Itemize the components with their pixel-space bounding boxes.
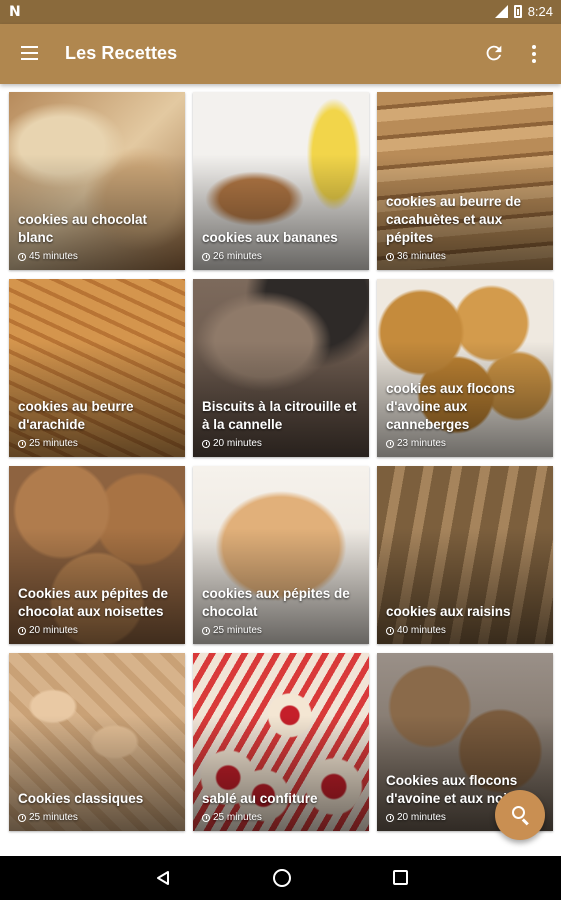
recipe-name: cookies au chocolat blanc: [18, 212, 148, 245]
clock-icon: [18, 439, 26, 448]
recipe-name: cookies au beurre d'arachide: [18, 399, 134, 432]
recipe-card[interactable]: Biscuits à la citrouille et à la cannell…: [193, 279, 369, 457]
nav-recents-icon[interactable]: [393, 870, 408, 885]
recipe-time: 36 minutes: [397, 251, 446, 262]
recipe-name: cookies aux raisins: [386, 604, 511, 619]
clock-icon: [18, 626, 26, 635]
clock-icon: [18, 252, 26, 261]
recipe-time: 25 minutes: [29, 812, 78, 823]
clock-icon: [386, 813, 394, 822]
recipe-time: 23 minutes: [397, 438, 446, 449]
search-fab-button[interactable]: [495, 790, 545, 840]
recipe-time: 45 minutes: [29, 251, 78, 262]
recipe-card[interactable]: cookies au beurre d'arachide 25 minutes: [9, 279, 185, 457]
battery-icon: [513, 5, 522, 18]
clock-icon: [202, 439, 210, 448]
nav-home-icon[interactable]: [273, 869, 291, 887]
recipe-card[interactable]: cookies au beurre de cacahuètes et aux p…: [377, 92, 553, 270]
more-vert-icon[interactable]: [522, 42, 546, 66]
recipe-card[interactable]: Cookies classiques 25 minutes: [9, 653, 185, 831]
recipe-grid: cookies au chocolat blanc 45 minutes coo…: [9, 92, 554, 831]
recipe-card[interactable]: Cookies aux pépites de chocolat aux nois…: [9, 466, 185, 644]
search-icon: [512, 806, 525, 819]
recipe-time: 25 minutes: [213, 625, 262, 636]
clock-icon: [386, 252, 394, 261]
hamburger-menu-icon[interactable]: [18, 42, 42, 66]
recipe-name: cookies au beurre de cacahuètes et aux p…: [386, 194, 522, 245]
signal-icon: [494, 4, 508, 19]
recipe-time: 20 minutes: [397, 812, 446, 823]
status-icons: 8:24: [494, 4, 553, 19]
recipe-time: 25 minutes: [213, 812, 262, 823]
app-bar: Les Recettes: [0, 24, 561, 84]
recipe-name: Biscuits à la citrouille et à la cannell…: [202, 399, 357, 432]
recipe-time: 40 minutes: [397, 625, 446, 636]
recipe-card[interactable]: cookies aux bananes 26 minutes: [193, 92, 369, 270]
clock-icon: [202, 626, 210, 635]
clock-icon: [386, 626, 394, 635]
recipe-time: 20 minutes: [213, 438, 262, 449]
recipe-name: Cookies classiques: [18, 791, 144, 806]
nav-back-icon[interactable]: [155, 870, 171, 886]
clock-icon: [202, 813, 210, 822]
page-title: Les Recettes: [65, 43, 178, 63]
status-time: 8:24: [527, 4, 553, 19]
recipe-card[interactable]: cookies aux pépites de chocolat 25 minut…: [193, 466, 369, 644]
clock-icon: [386, 439, 394, 448]
clock-icon: [18, 813, 26, 822]
notification-n-icon: N: [9, 4, 21, 20]
recipe-name: Cookies aux pépites de chocolat aux nois…: [18, 586, 169, 619]
clock-icon: [202, 252, 210, 261]
recipe-card[interactable]: sablé au confiture 25 minutes: [193, 653, 369, 831]
recipe-card[interactable]: cookies aux raisins 40 minutes: [377, 466, 553, 644]
recipe-time: 25 minutes: [29, 438, 78, 449]
recipe-name: sablé au confiture: [202, 791, 318, 806]
recipe-name: cookies aux bananes: [202, 230, 338, 245]
recipe-time: 20 minutes: [29, 625, 78, 636]
system-nav-bar: [0, 856, 561, 900]
recipe-card[interactable]: cookies au chocolat blanc 45 minutes: [9, 92, 185, 270]
recipe-time: 26 minutes: [213, 251, 262, 262]
refresh-icon[interactable]: [483, 42, 507, 66]
recipe-name: cookies aux flocons d'avoine aux cannebe…: [386, 381, 516, 432]
status-bar: N 8:24: [0, 0, 561, 24]
recipe-card[interactable]: cookies aux flocons d'avoine aux cannebe…: [377, 279, 553, 457]
recipe-name: cookies aux pépites de chocolat: [202, 586, 350, 619]
